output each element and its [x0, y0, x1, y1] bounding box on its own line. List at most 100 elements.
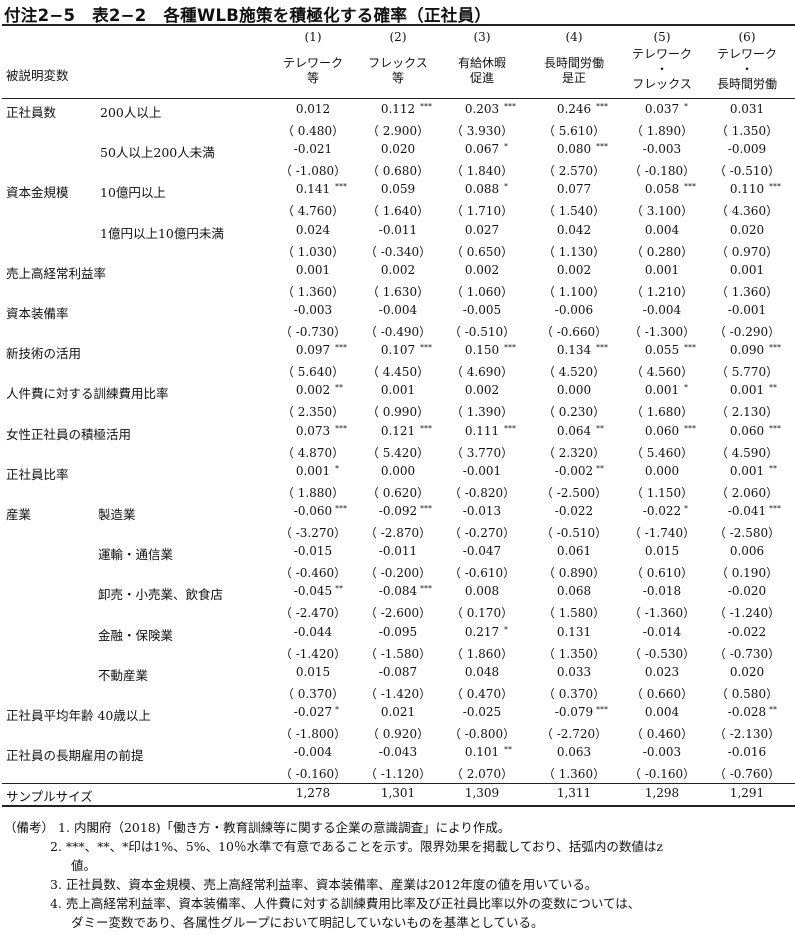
row-group-label: 正社員比率	[6, 466, 69, 482]
significance-stars: ***	[420, 504, 432, 513]
significance-stars: **	[596, 463, 604, 473]
z-value-cell: （ 1.710）	[450, 204, 514, 219]
coefficient-cell: -0.005	[462, 303, 502, 317]
z-value-cell: （ 4.590）	[715, 445, 779, 460]
coefficient-cell: 0.020	[380, 142, 416, 157]
significance-stars: ***	[420, 343, 432, 353]
coefficient-cell: 0.002	[556, 262, 592, 277]
z-value-cell: （ -0.530）	[628, 646, 696, 661]
z-value-cell: （ 1.030）	[281, 244, 345, 259]
coefficient-cell: -0.022	[727, 624, 767, 639]
z-value-cell: （ -0.160）	[279, 767, 347, 782]
significance-stars: *	[335, 463, 339, 473]
coefficient-cell: 0.001	[644, 262, 680, 277]
z-value-cell: （ -1.740）	[628, 526, 696, 540]
column-label: 是正	[561, 71, 586, 85]
z-value-cell: （ 0.580）	[715, 686, 779, 701]
coefficient-cell: 0.068	[556, 584, 592, 599]
significance-stars: ***	[769, 343, 781, 353]
coefficient-cell: -0.047	[462, 544, 502, 559]
coefficient-cell: -0.003	[642, 142, 682, 157]
significance-stars: **	[335, 584, 343, 594]
z-value-cell: （ 2.320）	[542, 445, 606, 460]
significance-stars: *	[504, 142, 508, 152]
column-number: (2)	[389, 30, 407, 44]
z-value-cell: （ 2.070）	[450, 767, 514, 782]
z-value-cell: （ 5.420）	[366, 445, 430, 460]
coefficient-cell: 0.027	[464, 222, 500, 237]
z-value-cell: （ -2.580）	[713, 526, 781, 540]
z-value-cell: （ -0.730）	[713, 646, 781, 661]
z-value-cell: （ -0.820）	[448, 485, 516, 500]
row-group-label: 資本金規模	[6, 185, 69, 201]
coefficient-cell: 0.000	[380, 463, 416, 478]
z-value-cell: （ 4.560）	[630, 365, 694, 380]
z-value-cell: （ 1.880）	[281, 485, 345, 500]
coefficient-cell: 0.006	[729, 544, 765, 559]
note-1: （備考） 1. 内閣府（2018)「働き方・教育訓練等に関する企業の意識調査」によ…	[4, 820, 511, 835]
row-sub-label: 50人以上200人未満	[100, 145, 215, 161]
significance-stars: *	[684, 504, 688, 513]
coefficient-cell: -0.022	[554, 504, 594, 518]
coefficient-cell: -0.013	[462, 504, 502, 518]
z-value-cell: （ 4.870）	[281, 445, 345, 460]
z-value-cell: （ -0.490）	[364, 325, 432, 339]
significance-stars: **	[596, 423, 604, 433]
z-value-cell: （ 2.060）	[715, 485, 779, 500]
significance-stars: **	[769, 383, 777, 393]
significance-stars: ***	[504, 102, 516, 111]
coefficient-cell: 0.001	[644, 383, 680, 398]
coefficient-cell: 0.020	[729, 222, 765, 237]
significance-stars: ***	[596, 142, 608, 152]
z-value-cell: （ 0.680）	[366, 164, 430, 179]
coefficient-cell: 0.033	[556, 664, 592, 679]
coefficient-cell: -0.011	[378, 544, 418, 559]
notes: （備考） 1. 内閣府（2018)「働き方・教育訓練等に関する企業の意識調査」によ…	[4, 818, 792, 932]
coefficient-cell: -0.027	[293, 705, 333, 719]
z-value-cell: （ 4.450）	[366, 365, 430, 380]
z-value-cell: （ 1.150）	[630, 485, 694, 500]
significance-stars: ***	[684, 182, 696, 192]
significance-stars: *	[684, 383, 688, 393]
z-value-cell: （ 0.920）	[366, 727, 430, 741]
significance-stars: *	[504, 624, 508, 634]
significance-stars: ***	[420, 423, 432, 433]
significance-stars: ***	[684, 343, 696, 353]
z-value-cell: （ 0.970）	[715, 244, 779, 259]
z-value-cell: （ 0.230）	[542, 405, 606, 420]
coefficient-cell: 0.008	[464, 584, 500, 599]
z-value-cell: （ 1.890）	[630, 124, 694, 138]
coefficient-cell: 0.077	[556, 182, 592, 197]
z-value-cell: （ 4.360）	[715, 204, 779, 219]
coefficient-cell: 0.037	[644, 102, 680, 116]
row-sub-label: 製造業	[98, 507, 136, 522]
column-label: テレワーク	[631, 47, 692, 61]
coefficient-cell: 0.015	[644, 544, 680, 559]
z-value-cell: （ 0.470）	[450, 686, 514, 701]
column-label: 有給休暇	[457, 56, 506, 70]
significance-stars: **	[335, 383, 343, 393]
coefficient-cell: 0.004	[644, 705, 680, 719]
z-value-cell: （ -1.120）	[364, 767, 432, 782]
row-sub-label: 卸売・小売業、飲食店	[98, 587, 224, 603]
z-value-cell: （ 1.360）	[715, 284, 779, 299]
coefficient-cell: 0.088	[464, 182, 500, 197]
z-value-cell: （ -0.760）	[713, 767, 781, 782]
row-group-label: 資本装備率	[6, 306, 69, 321]
row-group-label: 新技術の活用	[6, 346, 82, 362]
significance-stars: ***	[335, 504, 347, 513]
z-value-cell: （ -0.270）	[448, 526, 516, 540]
coefficient-cell: -0.001	[727, 303, 767, 317]
z-value-cell: （ -2.500）	[540, 485, 608, 500]
coefficient-cell: 0.015	[295, 664, 331, 679]
coefficient-cell: -0.025	[462, 705, 502, 719]
z-value-cell: （ 1.350）	[715, 124, 779, 138]
z-value-cell: （ 0.620）	[366, 485, 430, 500]
z-value-cell: （ -1.080）	[279, 164, 347, 179]
significance-stars: ***	[596, 102, 608, 111]
significance-stars: ***	[684, 423, 696, 433]
z-value-cell: （ 5.770）	[715, 365, 779, 380]
coefficient-cell: 0.000	[556, 383, 592, 398]
z-value-cell: （ -1.420）	[364, 686, 432, 701]
z-value-cell: （ 0.480）	[281, 124, 345, 138]
